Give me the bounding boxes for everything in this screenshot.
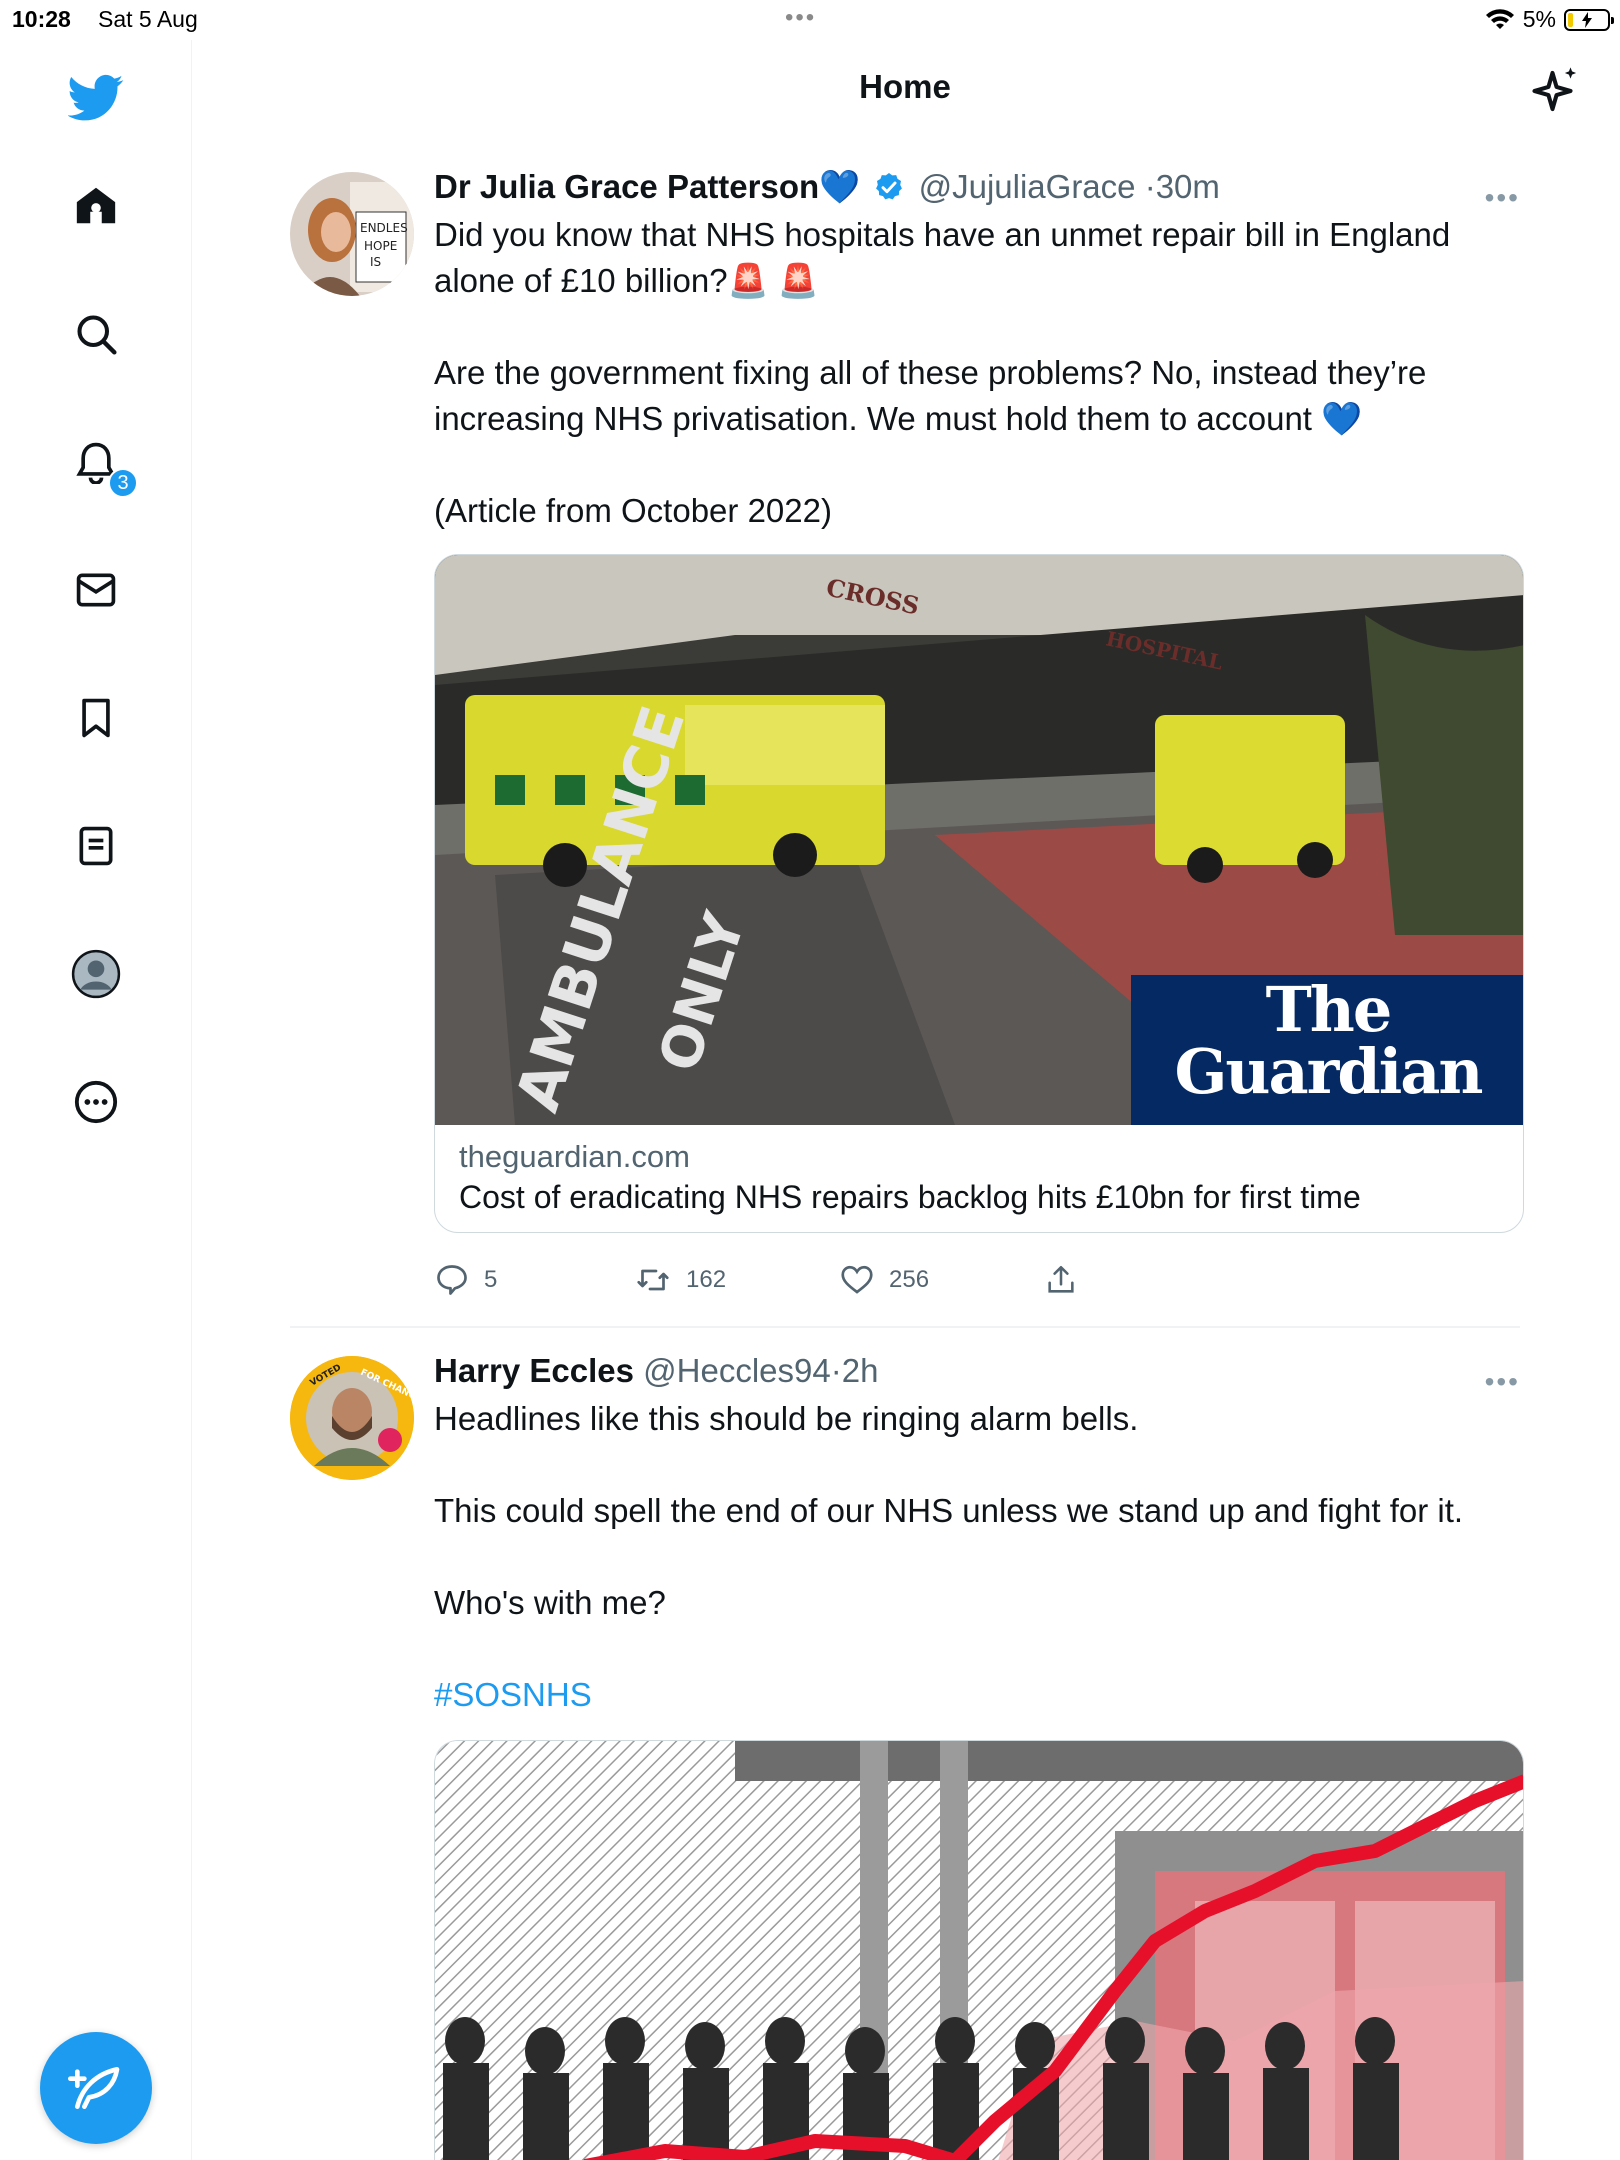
retweet-count: 162 <box>686 1266 727 1293</box>
wifi-icon <box>1485 8 1514 29</box>
search-icon <box>77 315 117 355</box>
status-time: 10:28 <box>12 6 71 32</box>
notification-badge: 3 <box>108 468 138 498</box>
link-card[interactable]: AMBULANCE ONLY CROSS HOSPITAL The Guardia… <box>434 554 1524 1233</box>
sidebar: 3 <box>0 40 192 2160</box>
sparkle-icon[interactable] <box>1530 64 1584 118</box>
sidebar-item-bookmarks[interactable] <box>60 682 132 754</box>
verified-badge-icon <box>876 173 903 200</box>
tweet[interactable]: ENDLES HOPE IS Dr Julia Grace Patterson💙… <box>290 168 1524 1318</box>
reply-count: 5 <box>484 1266 498 1293</box>
share-icon <box>1048 1265 1074 1293</box>
avatar[interactable]: VOTED FOR CHANGE <box>290 1356 414 1480</box>
tweet-time[interactable]: 30m <box>1156 168 1220 205</box>
tweet-paragraph: Headlines like this should be ringing al… <box>434 1400 1139 1437</box>
more-circle-icon <box>74 1080 118 1124</box>
more-options-icon[interactable]: ••• <box>1485 1366 1520 1398</box>
multitasking-dots-icon[interactable]: ••• <box>785 4 816 32</box>
article-image: AMBULANCE ONLY CROSS HOSPITAL The Guardia… <box>435 555 1523 1125</box>
svg-text:ENDLES: ENDLES <box>360 221 408 235</box>
author-handle[interactable]: @Heccles94 <box>643 1352 831 1389</box>
tweet-header: Harry Eccles @Heccles94·2h <box>434 1352 878 1390</box>
status-right: 5% <box>1485 6 1614 33</box>
card-meta: theguardian.com Cost of eradicating NHS … <box>435 1125 1523 1232</box>
separator-dot: · <box>1144 168 1156 205</box>
avatar[interactable]: ENDLES HOPE IS <box>290 172 414 296</box>
retweet-button[interactable]: 162 <box>634 1262 726 1298</box>
tweet-text: Headlines like this should be ringing al… <box>434 1396 1524 1718</box>
tweet-divider <box>290 1326 1520 1328</box>
author-name[interactable]: Harry Eccles <box>434 1352 634 1389</box>
sidebar-item-messages[interactable] <box>60 554 132 626</box>
author-handle[interactable]: @JujuliaGrace <box>919 168 1136 205</box>
sidebar-item-home[interactable] <box>60 170 132 242</box>
page-title: Home <box>859 68 951 105</box>
tweet-paragraph: Are the government fixing all of these p… <box>434 354 1427 437</box>
card-domain: theguardian.com <box>459 1139 690 1174</box>
bookmark-icon <box>82 698 110 738</box>
heart-icon <box>841 1265 873 1294</box>
status-date: Sat 5 Aug <box>98 6 198 32</box>
svg-text:IS: IS <box>370 255 381 269</box>
author-name[interactable]: Dr Julia Grace Patterson💙 <box>434 168 860 205</box>
tweet-image[interactable] <box>434 1740 1524 2160</box>
tweet-text: Did you know that NHS hospitals have an … <box>434 212 1524 534</box>
tweet-paragraph: Did you know that NHS hospitals have an … <box>434 216 1451 299</box>
guardian-logo: The Guardian <box>1174 973 1483 1108</box>
tweet-header: Dr Julia Grace Patterson💙 @JujuliaGrace … <box>434 168 1220 207</box>
feather-plus-icon <box>68 2067 120 2109</box>
list-icon <box>79 826 113 866</box>
like-button[interactable]: 256 <box>839 1262 929 1298</box>
status-bar: 10:28 Sat 5 Aug ••• 5% <box>0 0 1620 40</box>
share-button[interactable] <box>1044 1262 1078 1298</box>
tweet-paragraph: This could spell the end of our NHS unle… <box>434 1492 1464 1529</box>
battery-icon <box>1564 8 1614 31</box>
more-options-icon[interactable]: ••• <box>1485 182 1520 214</box>
compose-tweet-button[interactable] <box>40 2032 152 2144</box>
like-count: 256 <box>889 1266 930 1293</box>
tweet-paragraph: Who's with me? <box>434 1584 666 1621</box>
mail-icon <box>76 573 116 607</box>
sidebar-item-lists[interactable] <box>60 810 132 882</box>
reply-icon <box>437 1265 467 1295</box>
sidebar-item-explore[interactable] <box>60 298 132 370</box>
svg-text:HOPE: HOPE <box>364 239 397 253</box>
tweet-time[interactable]: 2h <box>842 1352 879 1389</box>
reply-button[interactable]: 5 <box>434 1262 497 1298</box>
hashtag-link[interactable]: #SOSNHS <box>434 1672 1524 1718</box>
tweet-paragraph: (Article from October 2022) <box>434 492 832 529</box>
separator-dot: · <box>830 1352 842 1389</box>
tweet[interactable]: VOTED FOR CHANGE Harry Eccles @Heccles94… <box>290 1352 1524 2160</box>
sidebar-item-more[interactable] <box>60 1066 132 1138</box>
card-title: Cost of eradicating NHS repairs backlog … <box>459 1179 1361 1215</box>
sidebar-item-profile[interactable] <box>60 938 132 1010</box>
home-icon <box>76 187 116 224</box>
tweet-actions: 5 162 256 <box>434 1262 1134 1302</box>
profile-icon <box>71 949 121 999</box>
retweet-icon <box>637 1269 669 1291</box>
twitter-logo-icon[interactable] <box>60 62 132 134</box>
battery-percent: 5% <box>1522 6 1556 32</box>
